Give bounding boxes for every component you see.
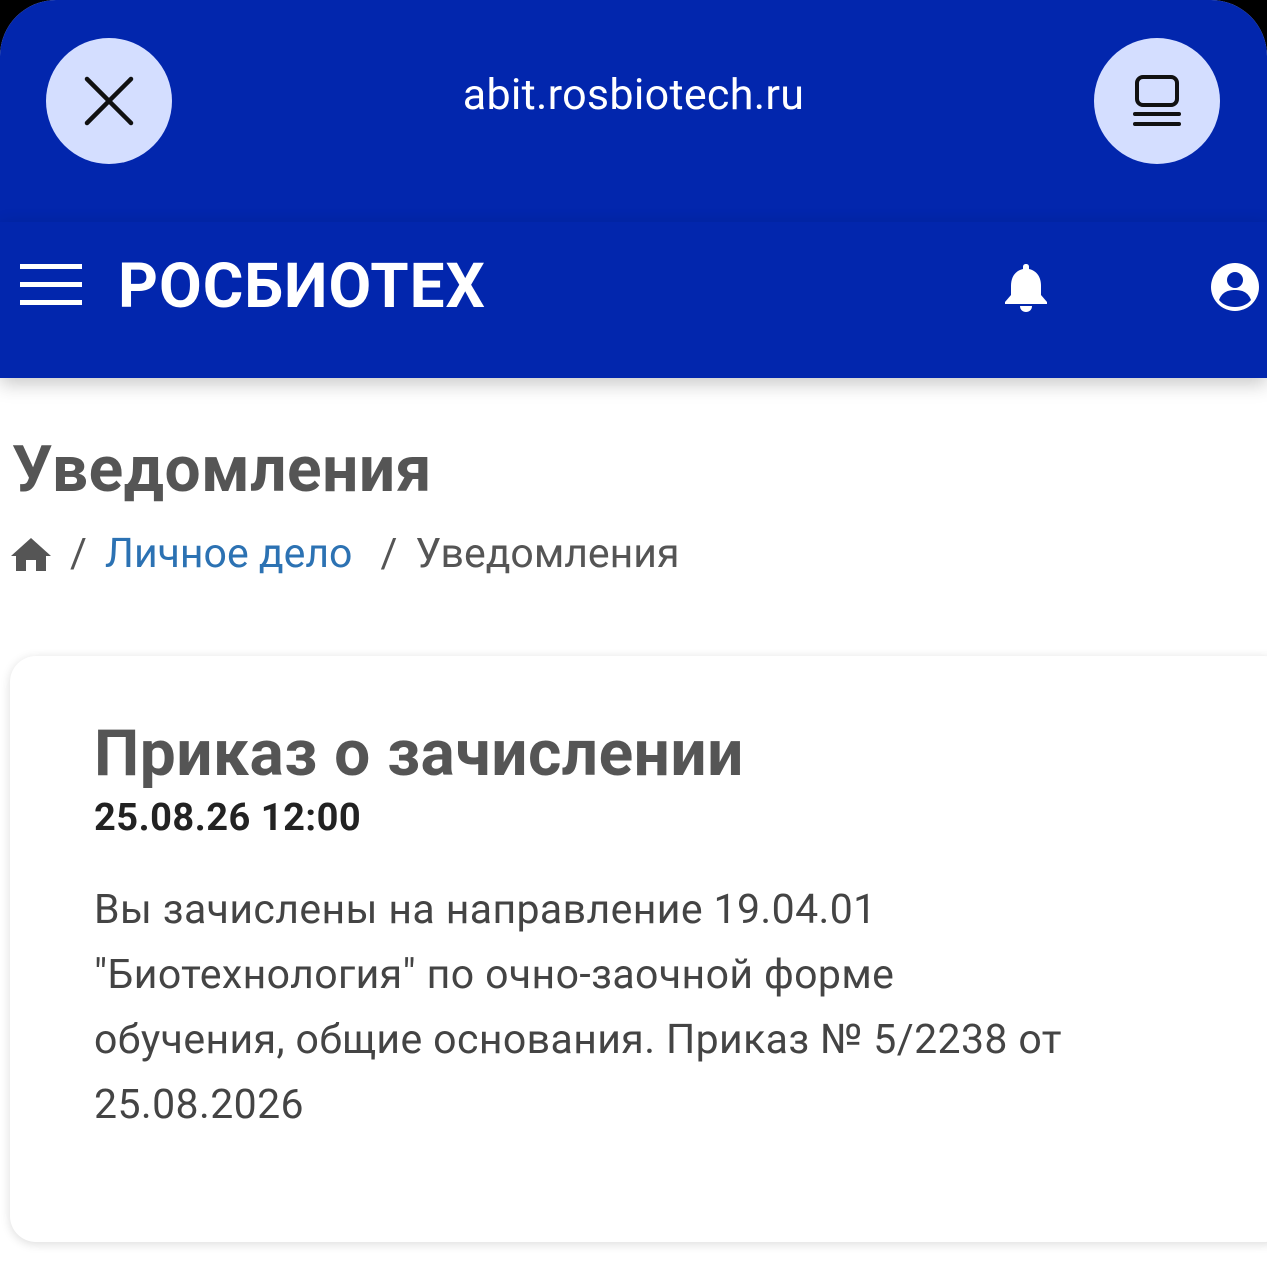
notification-line: "Биотехнология" по очно-заочной форме (94, 951, 895, 999)
breadcrumb-separator: / (380, 530, 398, 578)
notification-card[interactable]: Приказ о зачислении 25.08.26 12:00 Вы за… (10, 656, 1267, 1242)
browser-bar: abit.rosbiotech.ru (0, 0, 1267, 222)
url-text[interactable]: abit.rosbiotech.ru (0, 70, 1267, 120)
notification-line: 25.08.2026 (94, 1081, 304, 1129)
tabs-icon (1133, 75, 1181, 126)
home-icon[interactable] (10, 536, 52, 572)
page-title: Уведомления (12, 432, 432, 507)
breadcrumb-separator: / (70, 530, 87, 578)
user-icon[interactable] (1208, 262, 1262, 312)
breadcrumb-current: Уведомления (415, 530, 680, 578)
breadcrumb: / Личное дело / Уведомления (10, 530, 679, 578)
notification-line: обучения, общие основания. Приказ № 5/22… (94, 1016, 1062, 1064)
notification-title: Приказ о зачислении (94, 716, 744, 791)
screen: abit.rosbiotech.ru РОСБИОТЕХ Уведомления… (0, 0, 1267, 1280)
notification-body: Вы зачислены на направление 19.04.01 "Би… (94, 878, 1224, 1138)
bell-icon[interactable] (1003, 262, 1049, 312)
notification-line: Вы зачислены на направление 19.04.01 (94, 886, 877, 934)
brand-title[interactable]: РОСБИОТЕХ (118, 250, 486, 323)
breadcrumb-link-personal-file[interactable]: Личное дело (105, 530, 353, 578)
menu-icon[interactable] (20, 262, 82, 308)
notification-datetime: 25.08.26 12:00 (94, 796, 362, 840)
tabs-button[interactable] (1094, 38, 1220, 164)
